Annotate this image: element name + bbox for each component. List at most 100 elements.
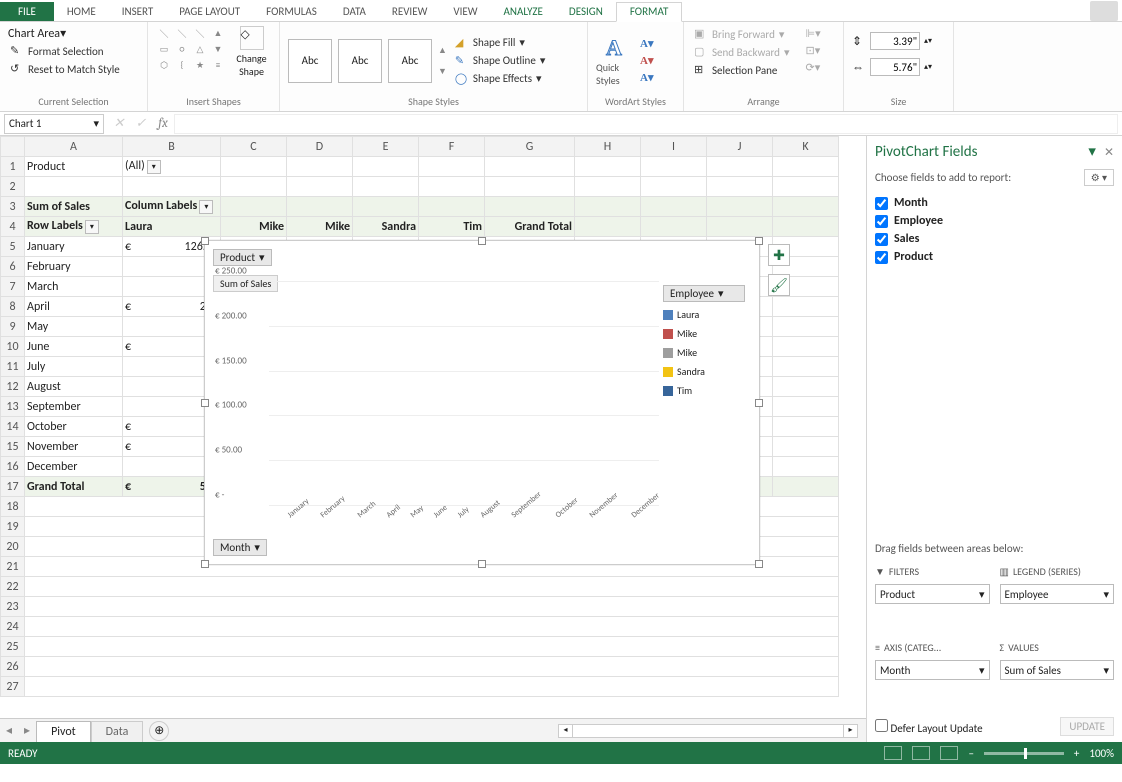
- style-down[interactable]: ▼: [438, 66, 447, 77]
- sheet-nav-prev[interactable]: ◂: [0, 723, 18, 738]
- zoom-slider[interactable]: [984, 752, 1064, 755]
- height-input[interactable]: [870, 32, 920, 50]
- field-sales[interactable]: [875, 233, 888, 246]
- quick-styles-button[interactable]: AQuick Styles: [596, 35, 632, 87]
- zoom-out-button[interactable]: –: [968, 747, 973, 760]
- height-icon: ⇕: [852, 34, 866, 48]
- add-sheet-button[interactable]: ⊕: [149, 721, 169, 741]
- chart-employee-filter[interactable]: Employee▾: [663, 285, 745, 302]
- width-input[interactable]: [870, 58, 920, 76]
- main-area: ABCDEFGHIJK 1Product(All)▾ 2 3Sum of Sal…: [0, 136, 1122, 742]
- pane-tools-button[interactable]: ⚙ ▾: [1084, 169, 1114, 186]
- text-outline-button[interactable]: A▾: [638, 53, 655, 68]
- col-I[interactable]: I: [641, 137, 707, 157]
- pivot-chart[interactable]: Product▾ Sum of Sales Month▾ € - € 50.00…: [204, 240, 760, 565]
- field-month[interactable]: [875, 197, 888, 210]
- column-labels-dropdown[interactable]: ▾: [199, 200, 213, 214]
- chart-legend: Employee▾ Laura Mike Mike Sandra Tim: [659, 281, 749, 530]
- shape-style-2[interactable]: Abc: [338, 39, 382, 83]
- tab-home[interactable]: HOME: [54, 2, 109, 21]
- field-employee[interactable]: [875, 215, 888, 228]
- sheet-tab-data[interactable]: Data: [91, 721, 144, 742]
- user-avatar[interactable]: [1090, 1, 1118, 21]
- col-B[interactable]: B: [123, 137, 221, 157]
- row-labels-dropdown[interactable]: ▾: [85, 220, 99, 234]
- view-layout-button[interactable]: [912, 746, 930, 760]
- col-F[interactable]: F: [419, 137, 485, 157]
- pivotchart-fields-pane: PivotChart Fields ▾✕ Choose fields to ad…: [866, 136, 1122, 742]
- text-effects-button[interactable]: A▾: [638, 70, 655, 85]
- update-button[interactable]: UPDATE: [1060, 717, 1114, 736]
- pane-dropdown-icon[interactable]: ▾: [1088, 143, 1096, 161]
- col-E[interactable]: E: [353, 137, 419, 157]
- pane-close-icon[interactable]: ✕: [1104, 146, 1114, 160]
- filter-icon: ▼: [875, 565, 885, 578]
- col-K[interactable]: K: [773, 137, 839, 157]
- select-all[interactable]: [1, 137, 25, 157]
- shape-fill-button[interactable]: ◢Shape Fill▾: [453, 35, 547, 51]
- chart-plot-area[interactable]: € - € 50.00 € 100.00 € 150.00 € 200.00 €…: [215, 281, 659, 530]
- view-break-button[interactable]: [940, 746, 958, 760]
- tab-format[interactable]: FORMAT: [616, 2, 682, 22]
- zoom-level[interactable]: 100%: [1089, 747, 1114, 760]
- col-J[interactable]: J: [707, 137, 773, 157]
- sheet-tab-pivot[interactable]: Pivot: [36, 721, 91, 742]
- tab-page-layout[interactable]: PAGE LAYOUT: [166, 2, 253, 21]
- selection-pane-button[interactable]: ⊞Selection Pane: [692, 62, 791, 78]
- style-up[interactable]: ▲: [438, 45, 447, 56]
- bring-forward-button: ▣Bring Forward▾: [692, 26, 791, 42]
- name-box[interactable]: Chart 1▾: [4, 114, 104, 134]
- send-backward-button: ▢Send Backward▾: [692, 44, 791, 60]
- chart-elements-button[interactable]: ✚: [768, 244, 790, 266]
- shape-outline-button[interactable]: ✎Shape Outline▾: [453, 53, 547, 69]
- values-area[interactable]: Sum of Sales▾: [1000, 660, 1115, 680]
- width-icon: ⇔: [852, 60, 866, 74]
- group-current-selection: Current Selection: [8, 95, 139, 109]
- legend-icon: ▥: [1000, 565, 1009, 578]
- defer-update-checkbox[interactable]: Defer Layout Update: [875, 719, 983, 735]
- col-A[interactable]: A: [25, 137, 123, 157]
- formula-input[interactable]: [174, 114, 1118, 134]
- tab-file[interactable]: FILE: [0, 2, 54, 21]
- tab-view[interactable]: VIEW: [440, 2, 490, 21]
- change-shape-button[interactable]: Change Shape: [232, 52, 271, 78]
- col-G[interactable]: G: [485, 137, 575, 157]
- fx-icon[interactable]: fx: [152, 116, 174, 131]
- tab-design[interactable]: DESIGN: [556, 2, 616, 21]
- view-normal-button[interactable]: [884, 746, 902, 760]
- chart-element-selector[interactable]: Chart Area▾: [8, 26, 139, 41]
- group-insert-shapes: Insert Shapes: [156, 95, 271, 109]
- legend-area[interactable]: Employee▾: [1000, 584, 1115, 604]
- tab-analyze[interactable]: ANALYZE: [491, 2, 556, 21]
- tab-data[interactable]: DATA: [330, 2, 379, 21]
- chart-styles-button[interactable]: 🖌: [768, 274, 790, 296]
- col-C[interactable]: C: [221, 137, 287, 157]
- chart-month-filter[interactable]: Month▾: [213, 539, 267, 556]
- horizontal-scrollbar[interactable]: ◂ ▸: [558, 724, 858, 738]
- tab-formulas[interactable]: FORMULAS: [253, 2, 330, 21]
- tab-insert[interactable]: INSERT: [109, 2, 167, 21]
- change-shape-icon[interactable]: ◇: [240, 26, 264, 50]
- text-fill-button[interactable]: A▾: [638, 36, 655, 51]
- col-D[interactable]: D: [287, 137, 353, 157]
- zoom-in-button[interactable]: +: [1074, 747, 1079, 760]
- reset-match-button[interactable]: ↺Reset to Match Style: [8, 61, 139, 77]
- shape-gallery[interactable]: ＼＼＼▲ ▭○△▼ ⬡{★≡: [156, 26, 226, 72]
- tab-review[interactable]: REVIEW: [379, 2, 441, 21]
- group-arrange: Arrange: [692, 95, 835, 109]
- align-button: ⊫▾: [803, 26, 822, 41]
- sheet-nav-next[interactable]: ▸: [18, 723, 36, 738]
- field-list[interactable]: Month Employee Sales Product: [875, 194, 1114, 266]
- format-selection-button[interactable]: ✎Format Selection: [8, 43, 139, 59]
- shape-style-1[interactable]: Abc: [288, 39, 332, 83]
- product-filter-dropdown[interactable]: ▾: [147, 160, 161, 174]
- filters-area[interactable]: Product▾: [875, 584, 990, 604]
- shape-effects-button[interactable]: ◯Shape Effects▾: [453, 71, 547, 87]
- chart-product-filter[interactable]: Product▾: [213, 249, 272, 266]
- group-wordart: WordArt Styles: [596, 95, 675, 109]
- shape-style-3[interactable]: Abc: [388, 39, 432, 83]
- col-H[interactable]: H: [575, 137, 641, 157]
- drag-hint: Drag fields between areas below:: [875, 542, 1114, 555]
- axis-area[interactable]: Month▾: [875, 660, 990, 680]
- field-product[interactable]: [875, 251, 888, 264]
